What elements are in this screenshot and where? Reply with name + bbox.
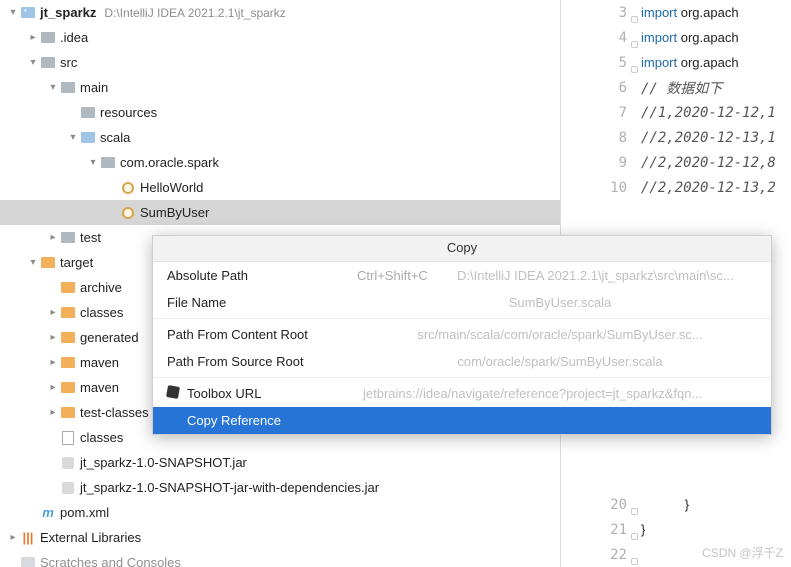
class-icon: [120, 205, 136, 221]
excluded-folder-icon: [60, 405, 76, 421]
copy-path-source-root[interactable]: Path From Source Root com/oracle/spark/S…: [153, 348, 771, 375]
libraries-icon: |||: [20, 530, 36, 546]
tree-node-scratches[interactable]: ▸Scratches and Consoles: [0, 550, 560, 567]
tree-node-main[interactable]: ▾main: [0, 75, 560, 100]
excluded-folder-icon: [40, 255, 56, 271]
editor-line[interactable]: 5import org.apach: [561, 50, 791, 75]
tree-node-external-libs[interactable]: ▸|||External Libraries: [0, 525, 560, 550]
jar-icon: [60, 480, 76, 496]
folder-icon: [40, 30, 56, 46]
folder-icon: [40, 55, 56, 71]
resources-icon: [80, 105, 96, 121]
editor-line[interactable]: 6// 数据如下: [561, 75, 791, 100]
tree-node-sumbyuser[interactable]: ▸SumByUser: [0, 200, 560, 225]
editor-line[interactable]: 20 }: [561, 492, 791, 517]
tree-node[interactable]: ▸jt_sparkz-1.0-SNAPSHOT.jar: [0, 450, 560, 475]
editor-line[interactable]: 3import org.apach: [561, 0, 791, 25]
editor-line[interactable]: 9//2,2020-12-12,8: [561, 150, 791, 175]
excluded-folder-icon: [60, 355, 76, 371]
editor-line[interactable]: 8//2,2020-12-13,1: [561, 125, 791, 150]
excluded-folder-icon: [60, 305, 76, 321]
excluded-folder-icon: [60, 380, 76, 396]
module-icon: [20, 5, 36, 21]
copy-popup: Copy Absolute Path Ctrl+Shift+C D:\Intel…: [152, 235, 772, 435]
tree-node-resources[interactable]: ▸resources: [0, 100, 560, 125]
toolbox-icon: [166, 385, 180, 399]
copy-absolute-path[interactable]: Absolute Path Ctrl+Shift+C D:\IntelliJ I…: [153, 262, 771, 289]
editor-line[interactable]: 21}: [561, 517, 791, 542]
copy-path-content-root[interactable]: Path From Content Root src/main/scala/co…: [153, 321, 771, 348]
watermark: CSDN @浮千Z: [702, 544, 783, 561]
copy-file-name[interactable]: File Name SumByUser.scala: [153, 289, 771, 316]
package-icon: [100, 155, 116, 171]
tree-root[interactable]: ▾ jt_sparkz D:\IntelliJ IDEA 2021.2.1\jt…: [0, 0, 560, 25]
tree-node-src[interactable]: ▾src: [0, 50, 560, 75]
jar-icon: [60, 455, 76, 471]
tree-node-pom[interactable]: ▸mpom.xml: [0, 500, 560, 525]
tree-node[interactable]: ▸jt_sparkz-1.0-SNAPSHOT-jar-with-depende…: [0, 475, 560, 500]
popup-title: Copy: [153, 236, 771, 262]
editor-line[interactable]: 4import org.apach: [561, 25, 791, 50]
folder-icon: [60, 230, 76, 246]
folder-icon: [60, 80, 76, 96]
class-icon: [120, 180, 136, 196]
copy-toolbox-url[interactable]: Toolbox URL jetbrains://idea/navigate/re…: [153, 380, 771, 407]
file-icon: [60, 430, 76, 446]
editor-line[interactable]: 7//1,2020-12-12,1: [561, 100, 791, 125]
copy-reference[interactable]: Copy Reference: [153, 407, 771, 434]
excluded-folder-icon: [60, 330, 76, 346]
tree-node-idea[interactable]: ▸.idea: [0, 25, 560, 50]
tree-node-package[interactable]: ▾com.oracle.spark: [0, 150, 560, 175]
source-folder-icon: [80, 130, 96, 146]
scratches-icon: [20, 555, 36, 567]
tree-node-scala[interactable]: ▾scala: [0, 125, 560, 150]
tree-node-hello[interactable]: ▸HelloWorld: [0, 175, 560, 200]
maven-icon: m: [40, 505, 56, 521]
editor-line[interactable]: 10//2,2020-12-13,2: [561, 175, 791, 200]
separator: [153, 318, 771, 319]
separator: [153, 377, 771, 378]
excluded-folder-icon: [60, 280, 76, 296]
